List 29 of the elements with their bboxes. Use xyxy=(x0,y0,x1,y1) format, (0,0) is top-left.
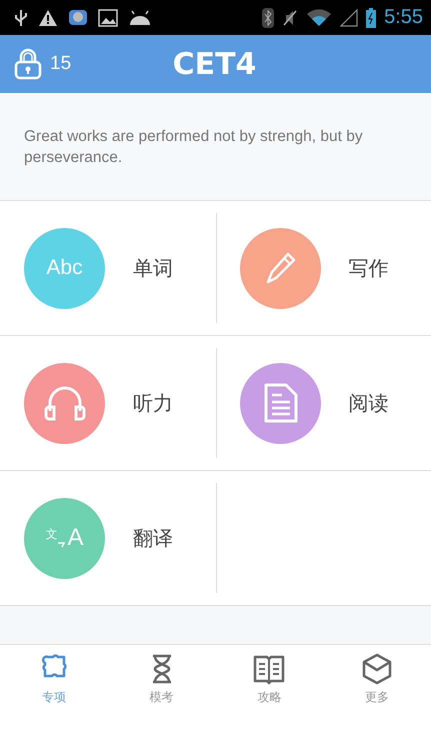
wifi-icon xyxy=(306,8,332,26)
category-icon: Abc xyxy=(24,228,105,308)
category-label: 听力 xyxy=(133,390,173,416)
lock-icon[interactable] xyxy=(14,48,42,80)
category-tile[interactable]: Abc 单词 xyxy=(0,201,216,336)
category-tile[interactable]: 写作 xyxy=(216,201,431,336)
bluetooth-icon xyxy=(262,8,274,28)
image-icon xyxy=(98,8,118,26)
android-icon xyxy=(128,8,152,26)
category-label: 翻译 xyxy=(133,524,173,552)
category-label: 单词 xyxy=(133,254,173,282)
cube-icon xyxy=(361,653,394,685)
category-tile[interactable]: 文 A 翻译 xyxy=(0,471,216,606)
category-tile[interactable]: 听力 xyxy=(0,336,216,471)
app-title: CET4 xyxy=(172,46,256,82)
warning-icon xyxy=(38,8,58,26)
motto-text: Great works are performed not by strengh, but by perseverance. xyxy=(24,126,364,168)
category-label: 写作 xyxy=(348,254,388,282)
clock-time: 5:55 xyxy=(384,6,423,29)
book-icon xyxy=(253,653,286,685)
lock-count: 15 xyxy=(50,53,72,75)
category-icon: 文 A xyxy=(24,498,105,578)
chat-icon xyxy=(68,8,88,26)
category-tile[interactable]: 阅读 xyxy=(216,336,431,471)
signal-icon xyxy=(340,8,358,26)
battery-icon xyxy=(366,8,376,28)
mute-icon xyxy=(282,8,298,26)
category-label: 阅读 xyxy=(348,390,388,416)
usb-icon xyxy=(14,8,28,26)
